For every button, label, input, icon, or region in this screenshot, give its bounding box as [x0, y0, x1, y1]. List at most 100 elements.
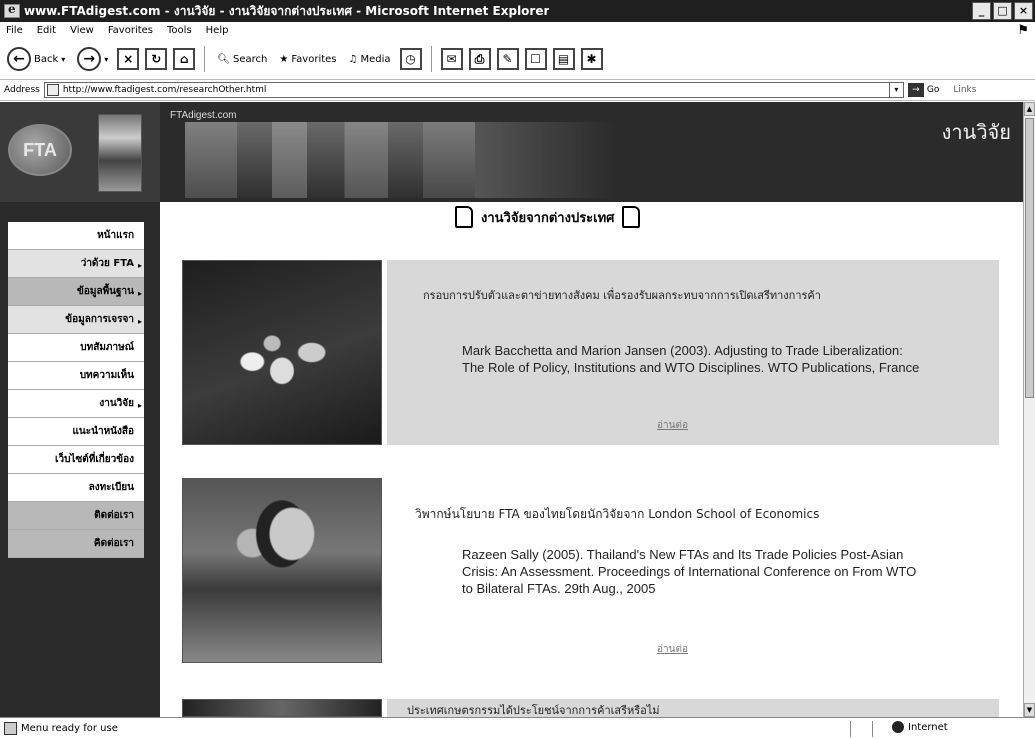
research-citation: Mark Bacchetta and Marion Jansen (2003).… [462, 343, 920, 375]
page-icon [46, 84, 59, 96]
nav-item-label: หน้าแรก [97, 230, 134, 241]
history-icon[interactable]: ◷ [399, 48, 422, 70]
nav-item-basic-info[interactable]: ข้อมูลพื้นฐาน ▸ [8, 278, 144, 306]
chess-photo [182, 260, 382, 445]
back-button[interactable]: ← Back ▾ [4, 45, 68, 73]
edit-icon[interactable]: ✎ [496, 48, 519, 70]
nav-arrow-icon: ▸ [137, 289, 142, 298]
toolbar-separator [430, 46, 432, 72]
title-bar: www.FTAdigest.com - งานวิจัย - งานวิจัยจ… [0, 0, 1035, 22]
home-icon[interactable]: ⌂ [173, 48, 196, 70]
back-arrow-icon: ← [7, 47, 31, 71]
nav-item-about-fta[interactable]: ว่าด้วย FTA ▸ [8, 250, 144, 278]
nav-arrow-icon: ▸ [137, 261, 142, 270]
media-button[interactable]: ♫ Media [346, 52, 394, 67]
document-icon [455, 206, 473, 228]
windows-logo-icon: ⚑ [1017, 23, 1029, 38]
zone-label: Internet [908, 721, 948, 733]
go-label: Go [926, 85, 940, 95]
close-button[interactable]: × [1014, 2, 1033, 20]
research-icon[interactable]: ▤ [552, 48, 575, 70]
content-heading: งานวิจัยจากต่างประเทศ [455, 202, 641, 232]
back-label: Back [34, 53, 59, 65]
toolbar: ← Back ▾ → ▾ × ↻ ⌂ 🔍︎ Search ★ Favorites… [0, 39, 1035, 79]
section-title: งานวิจัย [941, 122, 1011, 144]
scroll-up-icon[interactable]: ▲ [1024, 102, 1035, 116]
favorites-button[interactable]: ★ Favorites [276, 52, 339, 67]
left-nav: หน้าแรก ว่าด้วย FTA ▸ ข้อมูลพื้นฐาน ▸ ข้อม… [0, 202, 160, 717]
menu-bar: File Edit View Favorites Tools Help ⚑ [0, 22, 1035, 39]
go-arrow-icon: → [907, 83, 924, 97]
read-more-link[interactable]: อ่านต่อ [657, 642, 688, 657]
stop-icon[interactable]: × [117, 48, 140, 70]
nav-item-books[interactable]: แนะนำหนังสือ [8, 418, 144, 446]
scroll-thumb[interactable] [1025, 118, 1034, 398]
go-button[interactable]: → Go [907, 83, 940, 97]
nav-item-opinions[interactable]: บทความเห็น [8, 362, 144, 390]
window-controls: _ □ × [972, 2, 1033, 20]
maximize-button[interactable]: □ [993, 2, 1012, 20]
window-title: www.FTAdigest.com - งานวิจัย - งานวิจัยจ… [24, 3, 550, 18]
address-url: http://www.ftadigest.com/researchOther.h… [62, 85, 267, 95]
search-label: Search [233, 53, 268, 65]
research-title[interactable]: กรอบการปรับตัวและตาข่ายทางสังคม เพื่อรอง… [423, 288, 993, 304]
site-name: FTAdigest.com [170, 110, 237, 121]
main-content: งานวิจัยจากต่างประเทศ กรอบการปรับตัวและต… [160, 202, 1023, 717]
forward-dropdown-icon[interactable]: ▾ [104, 55, 108, 64]
menu-favorites[interactable]: Favorites [108, 25, 153, 36]
nav-item-negotiation[interactable]: ข้อมูลการเจรจา ▸ [8, 306, 144, 334]
page-viewport: FTA FTAdigest.com งานวิจัย หน้าแรก ว่าด้… [0, 102, 1023, 717]
research-title[interactable]: วิพากษ์นโยบาย FTA ของไทยโดยนักวิจัยจาก L… [415, 506, 985, 522]
research-panel: กรอบการปรับตัวและตาข่ายทางสังคม เพื่อรอง… [387, 260, 999, 445]
person-photo [182, 478, 382, 663]
nav-item-home[interactable]: หน้าแรก [8, 222, 144, 250]
fta-logo[interactable]: FTA [8, 124, 72, 176]
forward-button[interactable]: → ▾ [74, 45, 111, 73]
scroll-down-icon[interactable]: ▼ [1024, 703, 1035, 717]
discuss-icon[interactable]: ☐ [524, 48, 547, 70]
nav-item-label: ว่าด้วย FTA [80, 258, 134, 269]
research-photo [182, 699, 382, 717]
search-icon: 🔍︎ [217, 53, 231, 65]
read-more-link[interactable]: อ่านต่อ [657, 418, 688, 433]
logo-emblem [98, 114, 142, 192]
globe-icon [892, 721, 904, 733]
nav-item-research[interactable]: งานวิจัย ▸ [8, 390, 144, 418]
print-icon[interactable]: ⎙ [468, 48, 491, 70]
links-button[interactable]: Links [953, 85, 976, 95]
messenger-icon[interactable]: ✱ [580, 48, 603, 70]
search-button[interactable]: 🔍︎ Search [214, 52, 270, 67]
research-title[interactable]: ประเทศเกษตรกรรมได้ประโยชน์จากการค้าเสรีห… [407, 701, 660, 717]
nav-item-contact[interactable]: ติดต่อเรา [8, 502, 144, 530]
nav-item-label: ติดต่อเรา [94, 510, 134, 521]
nav-item-contact-2[interactable]: คิดต่อเรา [8, 530, 144, 558]
vertical-scrollbar[interactable]: ▲ ▼ [1023, 102, 1035, 717]
nav-item-label: บทความเห็น [79, 370, 134, 381]
security-zone: Internet [892, 721, 948, 733]
address-dropdown-icon[interactable]: ▾ [888, 83, 903, 97]
site-header: FTA FTAdigest.com งานวิจัย [0, 102, 1023, 202]
nav-item-register[interactable]: ลงทะเบียน [8, 474, 144, 502]
menu-help[interactable]: Help [206, 25, 229, 36]
menu-view[interactable]: View [70, 25, 94, 36]
refresh-icon[interactable]: ↻ [145, 48, 168, 70]
address-input[interactable]: http://www.ftadigest.com/researchOther.h… [43, 82, 904, 98]
menu-file[interactable]: File [6, 25, 23, 36]
nav-item-label: ลงทะเบียน [88, 482, 134, 493]
back-dropdown-icon[interactable]: ▾ [61, 55, 65, 64]
nav-item-related-sites[interactable]: เว็บไซต์ที่เกี่ยวข้อง [8, 446, 144, 474]
menu-tools[interactable]: Tools [167, 25, 192, 36]
menu-edit[interactable]: Edit [37, 25, 56, 36]
status-separator [850, 721, 851, 737]
page-status-icon [4, 722, 17, 735]
header-collage-image [185, 122, 475, 198]
research-citation: Razeen Sally (2005). Thailand's New FTAs… [462, 547, 917, 596]
nav-item-label: แนะนำหนังสือ [72, 426, 134, 437]
logo-area: FTA [0, 102, 160, 202]
nav-item-label: ข้อมูลการเจรจา [65, 314, 134, 325]
nav-item-interviews[interactable]: บทสัมภาษณ์ [8, 334, 144, 362]
minimize-button[interactable]: _ [972, 2, 991, 20]
mail-icon[interactable]: ✉ [440, 48, 463, 70]
address-bar: Address http://www.ftadigest.com/researc… [0, 79, 1035, 101]
favorites-star-icon: ★ [279, 53, 289, 65]
